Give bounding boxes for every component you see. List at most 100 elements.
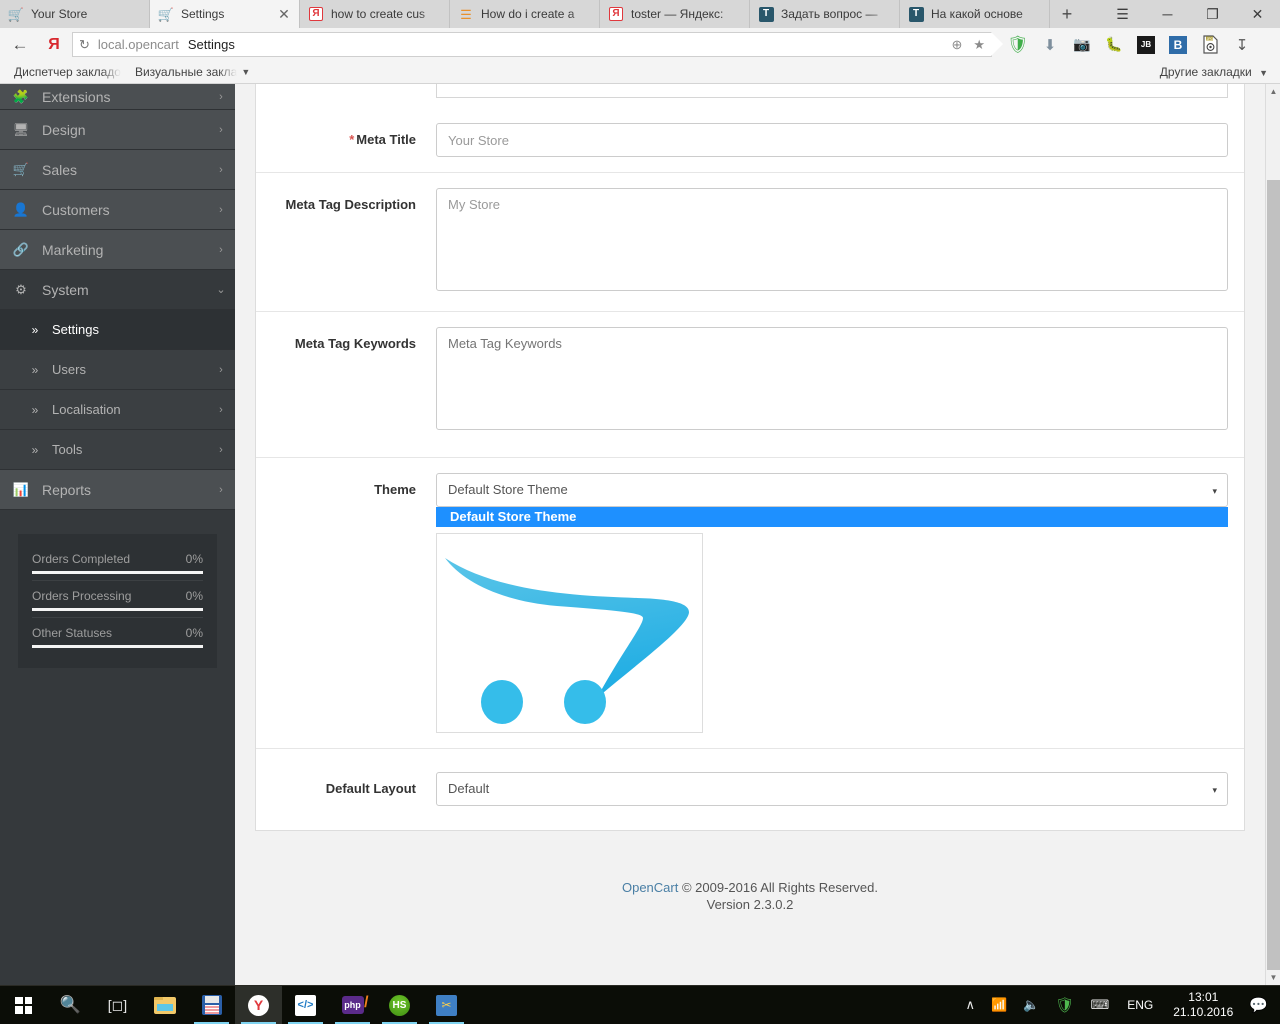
browser-tab[interactable]: Я how to create cus	[300, 0, 450, 28]
browser-tab[interactable]: ☰ How do i create a	[450, 0, 600, 28]
share-icon: 🔗	[12, 241, 30, 257]
sidebar-item-system[interactable]: ⚙ System ⌄	[0, 270, 235, 310]
floppy-save-icon	[201, 995, 222, 1015]
chevron-right-icon: ›	[219, 363, 223, 376]
task-view-button[interactable]: [◻]	[94, 986, 141, 1024]
snipping-tool-button[interactable]: ✂	[423, 986, 470, 1024]
browser-tab-active[interactable]: 🛒 Settings ✕	[150, 0, 300, 28]
browser-tab[interactable]: 🛒 Your Store	[0, 0, 150, 28]
scroll-up-arrow-icon[interactable]: ▲	[1266, 84, 1280, 99]
toster-icon: T	[908, 6, 924, 22]
code-editor-button[interactable]: </>	[282, 986, 329, 1024]
new-tab-button[interactable]: +	[1050, 0, 1084, 28]
page-scrollbar[interactable]: ▲ ▼	[1265, 84, 1280, 985]
scroll-down-arrow-icon[interactable]: ▼	[1266, 970, 1280, 985]
keyboard-icon[interactable]: ⌨	[1082, 986, 1117, 1024]
minimize-icon[interactable]: ─	[1145, 0, 1190, 28]
system-tray: ∧ 📶 🔈 🛡 ⌨ ENG 13:01 21.10.2016 💬	[958, 986, 1280, 1024]
notepadpp-button[interactable]	[188, 986, 235, 1024]
stat-row: Orders Completed 0%	[32, 552, 203, 566]
yandex-browser-button[interactable]: Y	[235, 985, 282, 1024]
sidebar-item-reports[interactable]: 📊 Reports ›	[0, 470, 235, 510]
other-bookmarks-label: Другие закладки	[1159, 65, 1252, 79]
save-arrow-icon[interactable]: ↧	[1232, 35, 1252, 55]
clock[interactable]: 13:01 21.10.2016	[1163, 990, 1243, 1020]
file-explorer-button[interactable]	[141, 986, 188, 1024]
meta-title-input[interactable]	[436, 123, 1228, 157]
meta-keywords-textarea[interactable]	[436, 327, 1228, 430]
phpstorm-button[interactable]: php	[329, 986, 376, 1024]
tray-chevron-icon[interactable]: ∧	[958, 986, 984, 1024]
yandex-icon: Y	[248, 994, 269, 1016]
required-marker: *	[349, 132, 355, 147]
browser-tab[interactable]: T Задать вопрос —	[750, 0, 900, 28]
browser-tab[interactable]: Я toster — Яндекс:	[600, 0, 750, 28]
sidebar-item-settings[interactable]: » Settings	[0, 310, 235, 350]
chevron-right-icon: ›	[219, 243, 223, 256]
stat-progress-bar	[32, 571, 203, 574]
sidebar-item-marketing[interactable]: 🔗 Marketing ›	[0, 230, 235, 270]
jetbrains-icon[interactable]: JB	[1136, 35, 1156, 55]
double-chevron-icon: »	[31, 362, 39, 377]
browser-menu-icon[interactable]: ☰	[1100, 0, 1145, 28]
sidebar-item-customers[interactable]: 👤 Customers ›	[0, 190, 235, 230]
maximize-icon[interactable]: ❐	[1190, 0, 1235, 28]
tab-title: Задать вопрос —	[781, 7, 878, 21]
meta-description-textarea[interactable]: My Store	[436, 188, 1228, 291]
sidebar-item-label: System	[42, 281, 89, 298]
wifi-icon[interactable]: 📶	[983, 986, 1015, 1024]
jpg-image-icon[interactable]: JPG	[1200, 35, 1220, 55]
start-button[interactable]	[0, 986, 47, 1024]
bookmark-item[interactable]: Визуальные закла	[135, 65, 237, 79]
opencart-link[interactable]: OpenCart	[622, 880, 678, 895]
bug-icon[interactable]: 🐛	[1104, 35, 1124, 55]
stat-label: Orders Processing	[32, 589, 132, 603]
sidebar-item-extensions[interactable]: 🧩 Extensions ›	[0, 84, 235, 110]
search-button[interactable]: 🔍	[47, 986, 94, 1024]
form-row-theme: Theme Default Store Theme ▾ Default Stor…	[256, 457, 1244, 748]
browser-tab[interactable]: T На какой основе	[900, 0, 1050, 28]
sidebar-item-users[interactable]: » Users ›	[0, 350, 235, 390]
yandex-brand-icon[interactable]: Я	[40, 36, 68, 54]
theme-select[interactable]: Default Store Theme ▾	[436, 473, 1228, 507]
meta-description-label: Meta Tag Description	[285, 197, 416, 212]
window-controls: ☰ ─ ❐ ✕	[1100, 0, 1280, 28]
bookmark-item[interactable]: Диспетчер закладо	[14, 65, 121, 79]
sidebar-item-tools[interactable]: » Tools ›	[0, 430, 235, 470]
antivirus-shield-icon[interactable]: 🛡	[1047, 986, 1082, 1024]
stat-label: Orders Completed	[32, 552, 131, 566]
download-arrow-icon[interactable]: ⬇	[1040, 35, 1060, 55]
volume-icon[interactable]: 🔈	[1015, 986, 1047, 1024]
shield-icon[interactable]: 🛡	[1007, 35, 1029, 55]
notification-icon[interactable]: 💬	[1243, 996, 1280, 1014]
svg-text:JPG: JPG	[1206, 37, 1213, 41]
stat-progress-bar	[32, 645, 203, 648]
puzzle-icon: 🧩	[12, 88, 30, 104]
default-layout-select[interactable]: Default ▾	[436, 772, 1228, 806]
footer-version: Version 2.3.0.2	[706, 897, 794, 912]
scrollbar-thumb[interactable]	[1267, 180, 1280, 970]
close-icon[interactable]: ✕	[1235, 0, 1280, 28]
close-icon[interactable]: ✕	[277, 7, 291, 21]
hs-app-button[interactable]: HS	[376, 986, 423, 1024]
back-arrow-icon[interactable]: ←	[0, 35, 40, 55]
other-bookmarks-button[interactable]: Другие закладки ▼	[1160, 65, 1268, 79]
sidebar-item-design[interactable]: 🖥 Design ›	[0, 110, 235, 150]
star-icon[interactable]: ★	[973, 37, 985, 53]
sidebar-item-localisation[interactable]: » Localisation ›	[0, 390, 235, 430]
address-input[interactable]: ↻ local.opencart Settings ⊕ ★	[72, 32, 1003, 57]
divider	[32, 580, 203, 581]
vk-icon[interactable]: B	[1168, 35, 1188, 55]
stat-value: 0%	[185, 552, 203, 566]
language-indicator[interactable]: ENG	[1117, 998, 1163, 1012]
chevron-down-icon[interactable]: ▼	[241, 67, 250, 77]
form-row-meta-keywords: Meta Tag Keywords	[256, 311, 1244, 457]
theme-dropdown-list[interactable]: Default Store Theme	[436, 507, 1228, 527]
reload-icon[interactable]: ↻	[79, 37, 90, 53]
code-brackets-icon: </>	[295, 994, 316, 1016]
form-row-meta-title: * Meta Title	[256, 98, 1244, 172]
sidebar-item-sales[interactable]: 🛒 Sales ›	[0, 150, 235, 190]
globe-icon[interactable]: ⊕	[951, 37, 962, 53]
theme-option-highlighted[interactable]: Default Store Theme	[436, 507, 1228, 527]
camera-icon[interactable]: 📷	[1072, 35, 1092, 55]
